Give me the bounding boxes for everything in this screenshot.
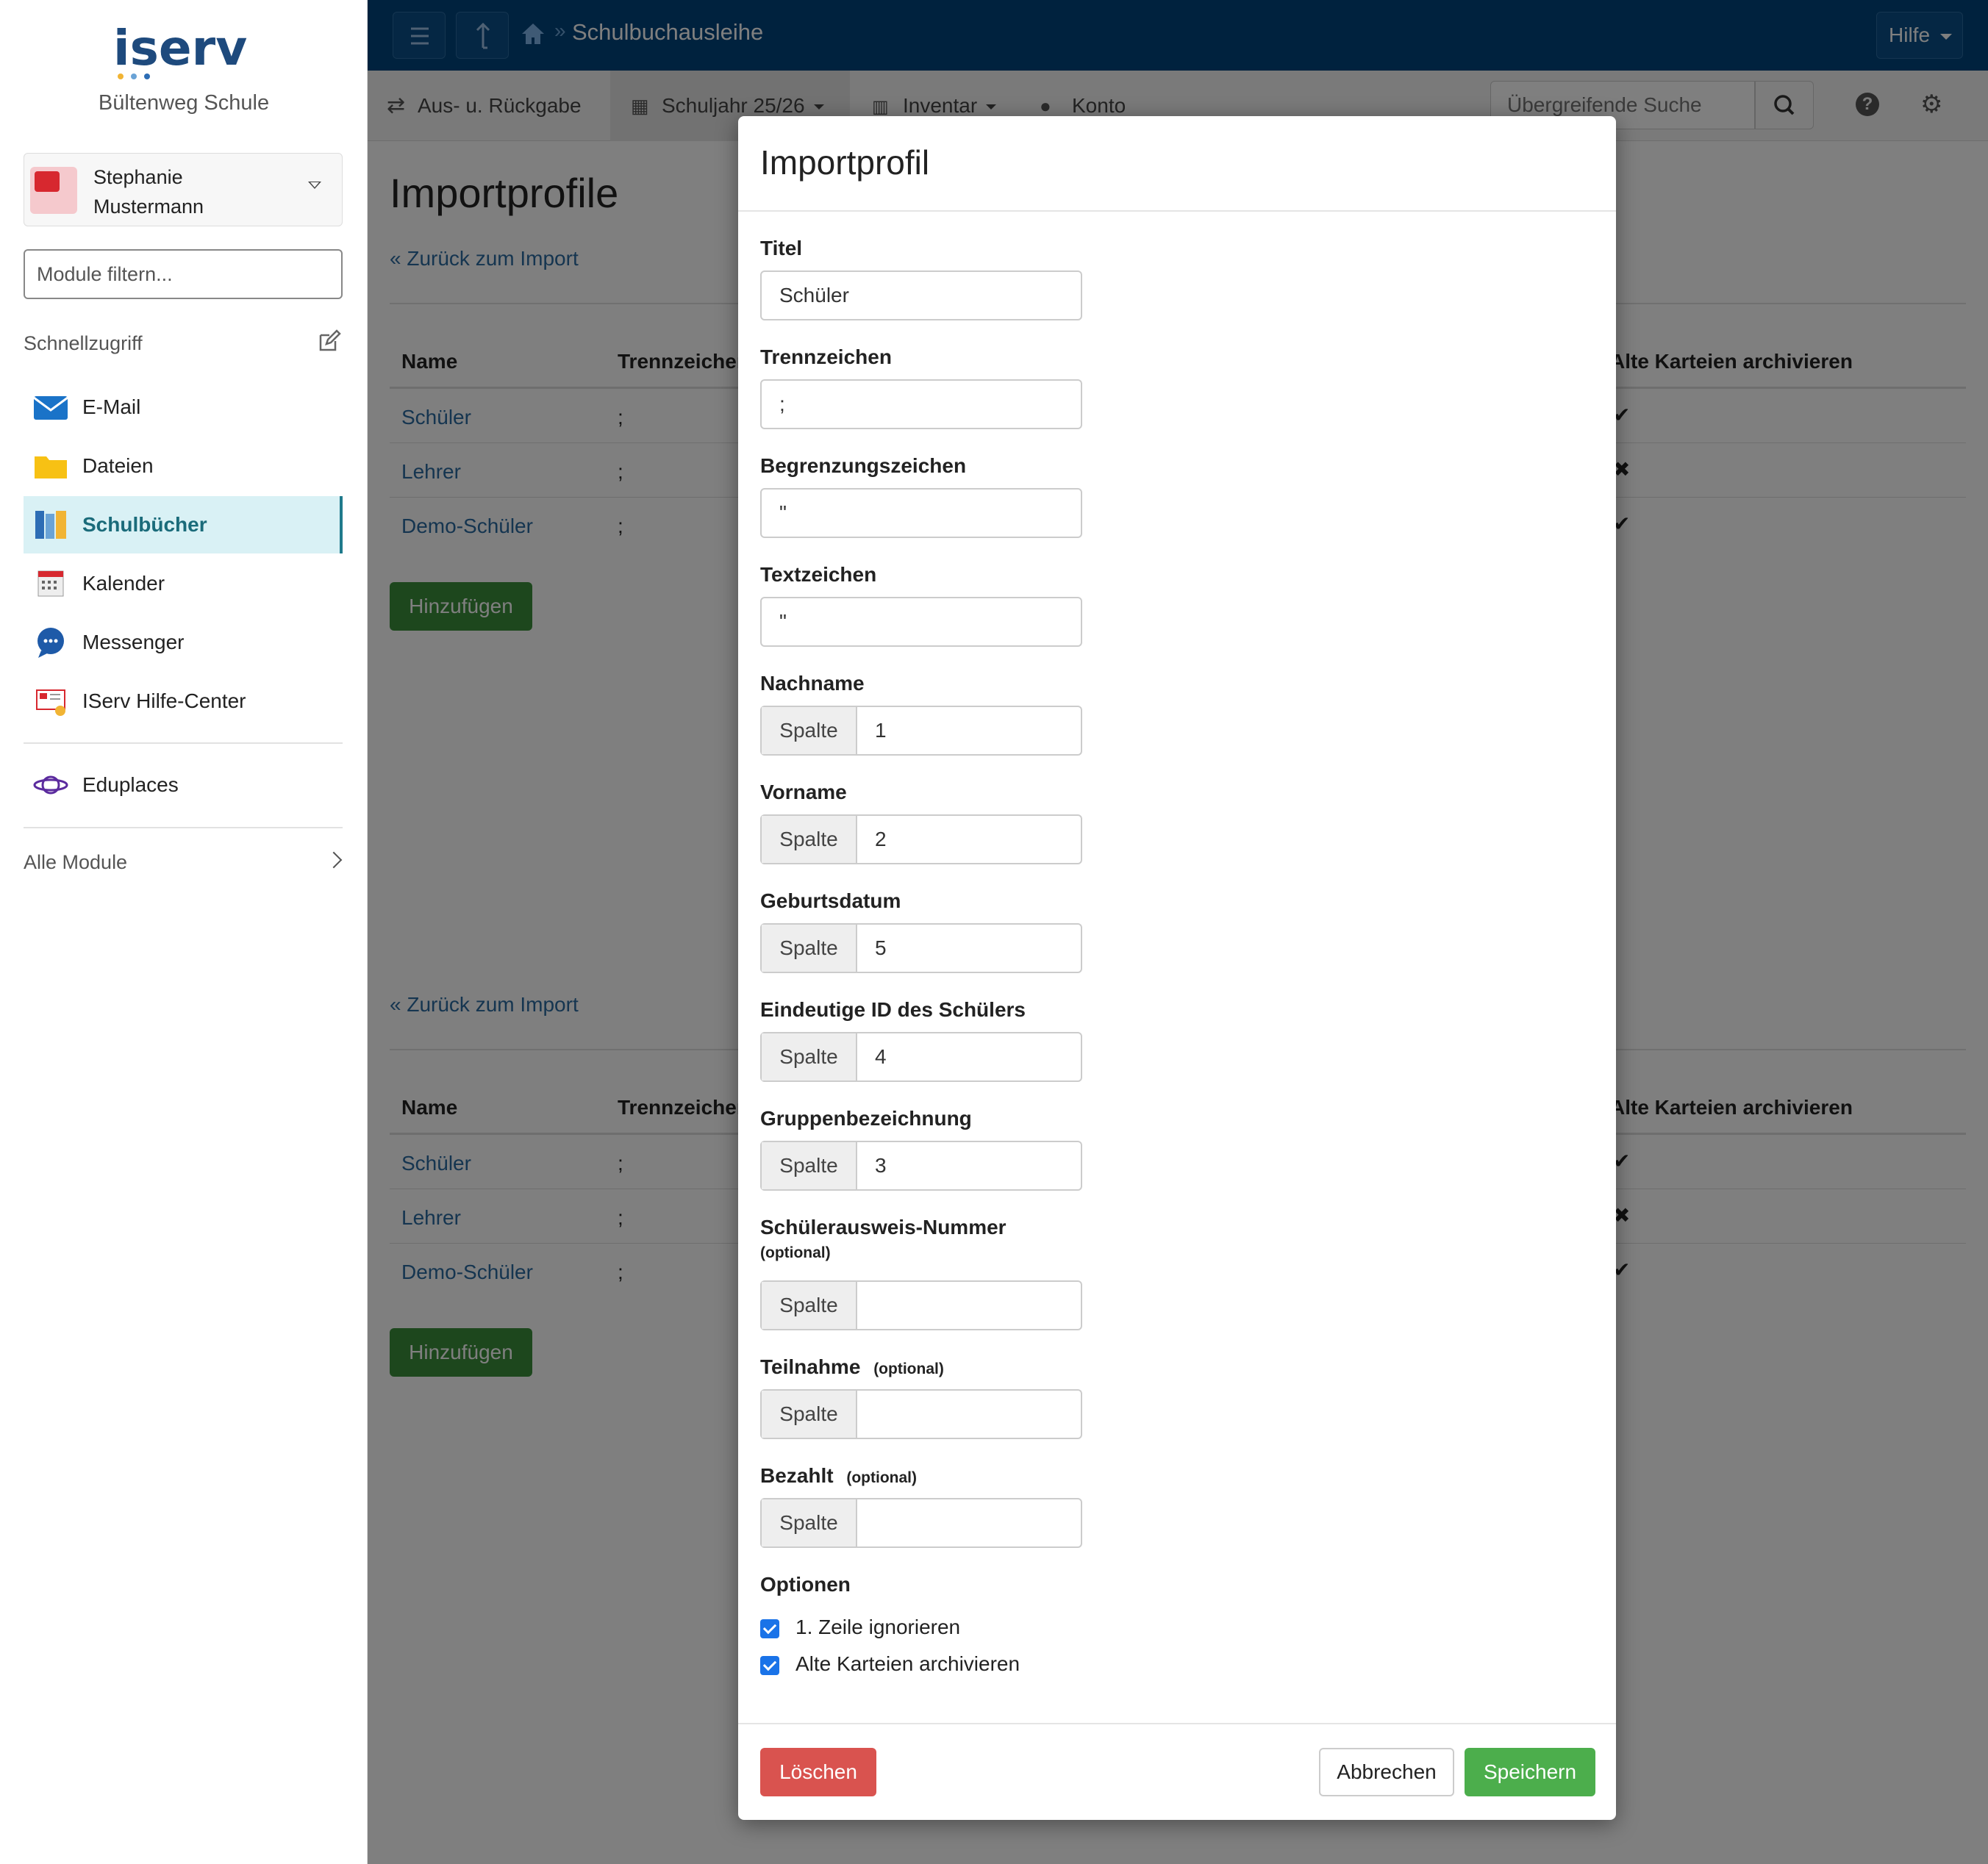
edit-icon[interactable] [318, 329, 341, 353]
field-label-student-id: Eindeutige ID des Schülers [760, 998, 1026, 1021]
sidebar-item-label: Eduplaces [82, 773, 179, 796]
sidebar: iserv Bültenweg Schule Stephanie Musterm… [0, 0, 368, 1864]
mail-icon [32, 389, 69, 426]
field-label-paid: Bezahlt (optional) [760, 1464, 917, 1488]
firstname-column-field[interactable]: Spalte 2 [760, 814, 1082, 864]
quick-access-title: Schnellzugriff [24, 332, 143, 354]
modal-title: Importprofil [760, 143, 930, 182]
field-label-title: Titel [760, 237, 803, 259]
participation-column-field[interactable]: Spalte [760, 1389, 1082, 1439]
module-filter-input[interactable] [24, 249, 343, 299]
field-label-lastname: Nachname [760, 672, 865, 695]
sidebar-item-label: Messenger [82, 631, 185, 653]
optional-hint: (optional) [760, 1244, 831, 1261]
field-label-participation: Teilnahme (optional) [760, 1355, 944, 1379]
separator-input[interactable]: ; [760, 379, 1082, 429]
delimiter-input[interactable]: " [760, 488, 1082, 538]
text-char-input[interactable]: " [760, 597, 1082, 647]
help-center-icon [32, 683, 69, 720]
sidebar-item-eduplaces[interactable]: Eduplaces [24, 756, 343, 814]
all-modules-label: Alle Module [24, 851, 128, 873]
lastname-column-input[interactable]: 1 [857, 707, 1081, 754]
paid-column-input[interactable] [857, 1499, 1081, 1546]
column-addon: Spalte [762, 1142, 857, 1189]
sidebar-item-label: IServ Hilfe-Center [82, 689, 246, 712]
chevron-right-icon [325, 851, 343, 869]
chat-icon [32, 624, 69, 661]
modal-header-divider [738, 210, 1616, 212]
sidebar-item-files[interactable]: Dateien [24, 437, 343, 495]
books-icon [32, 506, 69, 543]
column-addon: Spalte [762, 816, 857, 863]
avatar [30, 167, 77, 214]
cancel-button[interactable]: Abbrechen [1319, 1748, 1454, 1796]
field-label-id-card-text: Schülerausweis-Nummer [760, 1216, 1006, 1239]
logo-text: iserv [113, 22, 247, 76]
column-addon: Spalte [762, 1499, 857, 1546]
field-label-group: Gruppenbezeichnung [760, 1107, 972, 1130]
ignore-first-row-checkbox[interactable] [760, 1619, 779, 1638]
sidebar-item-label: Kalender [82, 572, 165, 595]
column-addon: Spalte [762, 1033, 857, 1080]
all-modules-link[interactable]: Alle Module [24, 851, 343, 874]
sidebar-item-label: Dateien [82, 454, 154, 477]
field-label-separator: Trennzeichen [760, 345, 892, 368]
birthdate-column-field[interactable]: Spalte 5 [760, 923, 1082, 973]
title-input[interactable]: Schüler [760, 270, 1082, 320]
sidebar-divider [24, 827, 343, 828]
field-label-paid-text: Bezahlt [760, 1464, 834, 1487]
field-label-birthdate: Geburtsdatum [760, 889, 901, 912]
firstname-column-input[interactable]: 2 [857, 816, 1081, 863]
paid-column-field[interactable]: Spalte [760, 1498, 1082, 1548]
participation-column-input[interactable] [857, 1391, 1081, 1438]
field-label-firstname: Vorname [760, 781, 847, 803]
group-column-field[interactable]: Spalte 3 [760, 1141, 1082, 1191]
calendar-icon [32, 565, 69, 602]
save-button[interactable]: Speichern [1465, 1748, 1595, 1796]
field-label-participation-text: Teilnahme [760, 1355, 861, 1378]
ignore-first-row-label[interactable]: 1. Zeile ignorieren [795, 1616, 960, 1639]
column-addon: Spalte [762, 1282, 857, 1329]
archive-old-records-checkbox[interactable] [760, 1656, 779, 1675]
optional-hint: (optional) [846, 1469, 917, 1486]
field-label-text-char: Textzeichen [760, 563, 877, 586]
sidebar-item-label: Schulbücher [82, 513, 207, 536]
sidebar-item-messenger[interactable]: Messenger [24, 614, 343, 671]
sidebar-item-calendar[interactable]: Kalender [24, 555, 343, 612]
user-menu[interactable]: Stephanie Mustermann [24, 153, 343, 226]
id-card-column-input[interactable] [857, 1282, 1081, 1329]
folder-icon [32, 448, 69, 484]
options-label: Optionen [760, 1573, 851, 1596]
sidebar-item-help-center[interactable]: IServ Hilfe-Center [24, 673, 343, 730]
group-column-input[interactable]: 3 [857, 1142, 1081, 1189]
id-card-column-field[interactable]: Spalte [760, 1280, 1082, 1330]
archive-old-records-label[interactable]: Alte Karteien archivieren [795, 1652, 1020, 1676]
student-id-column-field[interactable]: Spalte 4 [760, 1032, 1082, 1082]
column-addon: Spalte [762, 1391, 857, 1438]
sidebar-item-email[interactable]: E-Mail [24, 379, 343, 436]
birthdate-column-input[interactable]: 5 [857, 925, 1081, 972]
planet-icon [32, 767, 69, 803]
sidebar-item-schoolbooks[interactable]: Schulbücher [24, 496, 343, 553]
school-name: Bültenweg Schule [98, 91, 270, 115]
column-addon: Spalte [762, 707, 857, 754]
sidebar-item-label: E-Mail [82, 395, 141, 418]
field-label-delimiter: Begrenzungszeichen [760, 454, 967, 477]
sidebar-divider [24, 742, 343, 744]
user-name: Stephanie Mustermann [93, 166, 204, 218]
lastname-column-field[interactable]: Spalte 1 [760, 706, 1082, 756]
student-id-column-input[interactable]: 4 [857, 1033, 1081, 1080]
column-addon: Spalte [762, 925, 857, 972]
modal-footer-divider [738, 1723, 1616, 1724]
optional-hint: (optional) [873, 1361, 944, 1377]
iserv-logo[interactable]: iserv [110, 20, 257, 85]
delete-button[interactable]: Löschen [760, 1748, 876, 1796]
caret-down-icon [308, 182, 321, 189]
import-profile-dialog: Importprofil Titel Schüler Trennzeichen … [738, 116, 1616, 1820]
field-label-id-card: Schülerausweis-Nummer (optional) [760, 1216, 1006, 1263]
